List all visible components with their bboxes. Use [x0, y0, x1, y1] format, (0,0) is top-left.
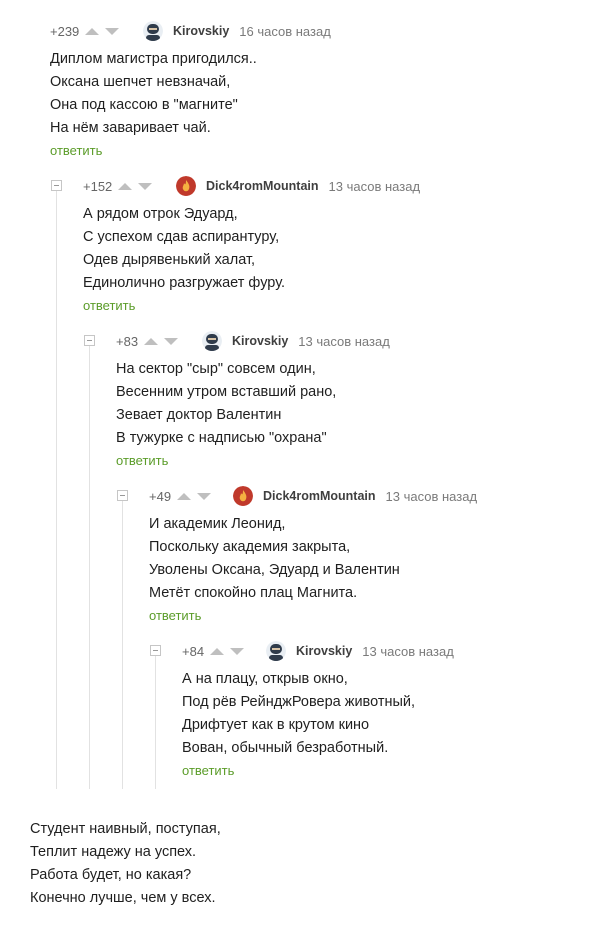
comment-body: А рядом отрок Эдуард, С успехом сдав асп… [83, 203, 443, 295]
reply-link[interactable]: ответить [182, 763, 502, 778]
comment-author: Kirovskiy 16 часов назад [143, 20, 331, 42]
comment-score: +152 [83, 178, 113, 194]
reply-link[interactable]: ответить [83, 298, 443, 313]
downvote-icon[interactable] [105, 27, 120, 35]
comment-header: +152 Dick4romMountain 13 часов назад [83, 175, 443, 197]
comment-body: На сектор "сыр" совсем один, Весенним ут… [116, 358, 436, 450]
poem-line: Студент наивный, поступая, [30, 821, 221, 837]
comment-line: Оксана шепчет невзначай, [50, 74, 231, 90]
timestamp[interactable]: 13 часов назад [329, 179, 421, 194]
comment-score: +83 [116, 333, 139, 349]
reply-link[interactable]: ответить [116, 453, 436, 468]
comment-line: А на плацу, открыв окно, [182, 671, 348, 687]
timestamp[interactable]: 13 часов назад [386, 489, 478, 504]
comment-author: Dick4romMountain 13 часов назад [233, 485, 477, 507]
flame-avatar-icon[interactable] [233, 486, 253, 506]
upvote-icon[interactable] [85, 27, 100, 35]
comment-header: +84 Kirovskiy 13 часов назад [182, 640, 502, 662]
ninja-avatar-icon[interactable] [202, 331, 222, 351]
comment-author: Dick4romMountain 13 часов назад [176, 175, 420, 197]
collapse-toggle[interactable] [51, 180, 62, 191]
comment-line: В тужурке с надписью "охрана" [116, 430, 327, 446]
upvote-icon[interactable] [118, 182, 133, 190]
thread-line [56, 191, 57, 789]
comment-line: Дрифтует как в крутом кино [182, 717, 370, 733]
comment-line: Уволены Оксана, Эдуард и Валентин [149, 562, 400, 578]
comment-score: +49 [149, 488, 172, 504]
comment-body: Диплом магистра пригодился.. Оксана шепч… [50, 48, 370, 140]
thread-line [122, 501, 123, 789]
comment-line: Под рёв РейнджРовера животный, [182, 694, 416, 710]
comment-2: +152 Dick4romMountain 13 часов назад А р… [83, 175, 443, 313]
comment-author: Kirovskiy 13 часов назад [266, 640, 454, 662]
comment-5: +84 Kirovskiy 13 часов назад А на плацу,… [182, 640, 502, 778]
thread-line [155, 656, 156, 789]
ninja-avatar-icon[interactable] [143, 21, 163, 41]
ninja-avatar-icon[interactable] [266, 641, 286, 661]
downvote-icon[interactable] [138, 182, 153, 190]
upvote-icon[interactable] [210, 647, 225, 655]
comment-line: Она под кассою в "магните" [50, 97, 238, 113]
upvote-icon[interactable] [177, 492, 192, 500]
username[interactable]: Kirovskiy [296, 644, 352, 658]
comment-line: Единолично разгружает фуру. [83, 275, 286, 291]
timestamp[interactable]: 16 часов назад [239, 24, 331, 39]
comment-1: +239 Kirovskiy 16 часов назад Диплом маг… [50, 20, 370, 158]
comment-line: Метёт спокойно плац Магнита. [149, 585, 358, 601]
comment-line: Поскольку академия закрыта, [149, 539, 351, 555]
comment-line: С успехом сдав аспирантуру, [83, 229, 280, 245]
comment-line: Одев дырявенький халат, [83, 252, 256, 268]
username[interactable]: Kirovskiy [173, 24, 229, 38]
downvote-icon[interactable] [164, 337, 179, 345]
collapse-toggle[interactable] [117, 490, 128, 501]
downvote-icon[interactable] [230, 647, 245, 655]
username[interactable]: Dick4romMountain [206, 179, 319, 193]
timestamp[interactable]: 13 часов назад [298, 334, 390, 349]
vote-controls: +84 [182, 640, 245, 662]
comment-line: На нём заваривает чай. [50, 120, 211, 136]
comment-line: Диплом магистра пригодился.. [50, 51, 257, 67]
comment-header: +83 Kirovskiy 13 часов назад [116, 330, 436, 352]
collapse-toggle[interactable] [150, 645, 161, 656]
comment-4: +49 Dick4romMountain 13 часов назад И ак… [149, 485, 509, 623]
comment-line: Весенним утром вставший рано, [116, 384, 337, 400]
comment-line: Зевает доктор Валентин [116, 407, 282, 423]
thread-line [89, 346, 90, 789]
comment-score: +84 [182, 643, 205, 659]
comment-header: +49 Dick4romMountain 13 часов назад [149, 485, 509, 507]
caption-poem: Студент наивный, поступая, Теплит надежу… [30, 818, 221, 910]
timestamp[interactable]: 13 часов назад [362, 644, 454, 659]
vote-controls: +239 [50, 20, 120, 42]
flame-avatar-icon[interactable] [176, 176, 196, 196]
vote-controls: +83 [116, 330, 179, 352]
comment-line: А рядом отрок Эдуард, [83, 206, 238, 222]
comment-3: +83 Kirovskiy 13 часов назад На сектор "… [116, 330, 436, 468]
poem-line: Теплит надежу на успех. [30, 844, 197, 860]
username[interactable]: Kirovskiy [232, 334, 288, 348]
comment-body: А на плацу, открыв окно, Под рёв РейнджР… [182, 668, 502, 760]
comment-line: На сектор "сыр" совсем один, [116, 361, 316, 377]
comment-body: И академик Леонид, Поскольку академия за… [149, 513, 509, 605]
username[interactable]: Dick4romMountain [263, 489, 376, 503]
upvote-icon[interactable] [144, 337, 159, 345]
downvote-icon[interactable] [197, 492, 212, 500]
reply-link[interactable]: ответить [50, 143, 370, 158]
comment-header: +239 Kirovskiy 16 часов назад [50, 20, 370, 42]
comment-line: Вован, обычный безработный. [182, 740, 389, 756]
poem-line: Работа будет, но какая? [30, 867, 192, 883]
poem-line: Конечно лучше, чем у всех. [30, 890, 216, 906]
comment-line: И академик Леонид, [149, 516, 286, 532]
reply-link[interactable]: ответить [149, 608, 509, 623]
comment-author: Kirovskiy 13 часов назад [202, 330, 390, 352]
vote-controls: +49 [149, 485, 212, 507]
collapse-toggle[interactable] [84, 335, 95, 346]
comment-score: +239 [50, 23, 80, 39]
vote-controls: +152 [83, 175, 153, 197]
